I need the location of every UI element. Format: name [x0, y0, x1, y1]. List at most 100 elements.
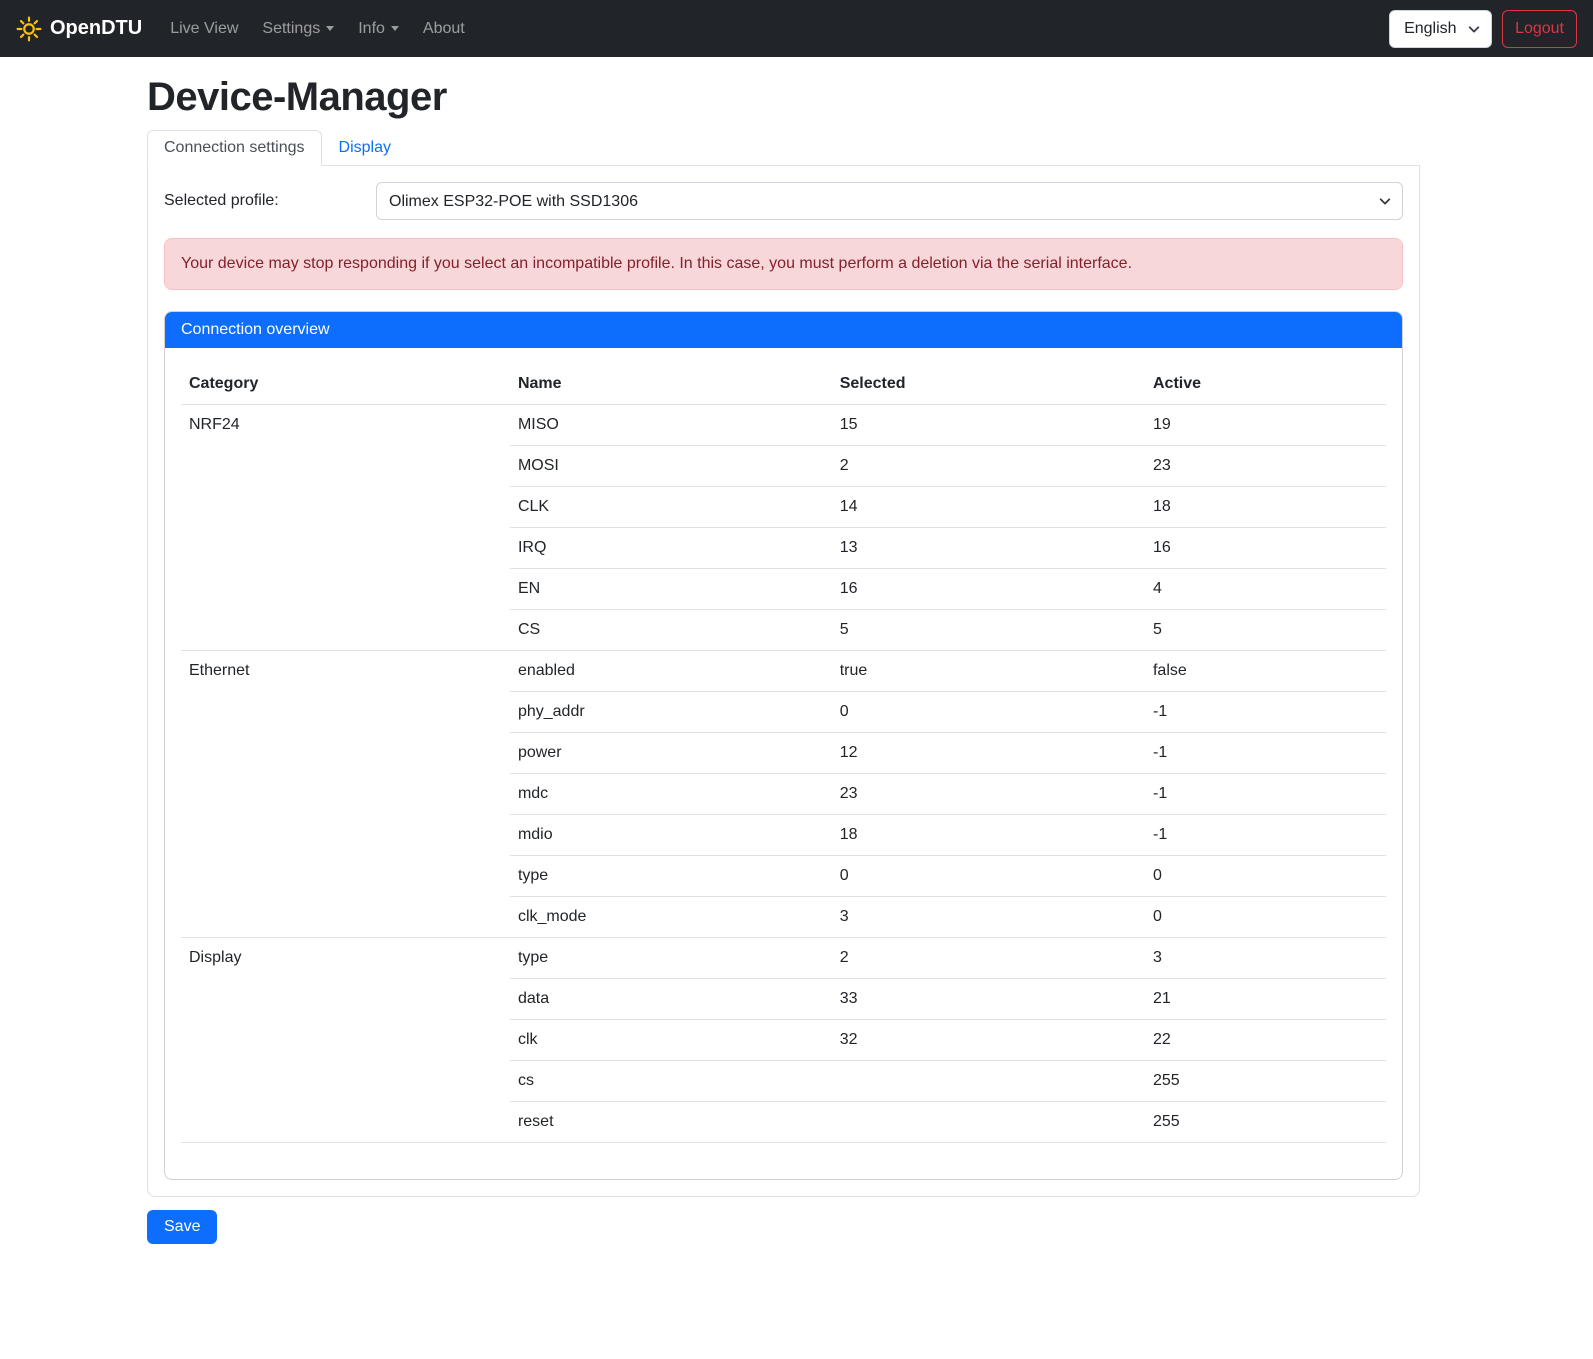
profile-select-wrap: Olimex ESP32-POE with SSD1306 — [376, 182, 1403, 220]
active-cell: 0 — [1145, 897, 1386, 938]
selected-cell: 16 — [832, 569, 1145, 610]
tab-bar: Connection settings Display — [147, 130, 1420, 166]
active-cell: -1 — [1145, 733, 1386, 774]
name-cell: CLK — [510, 487, 832, 528]
active-cell: 4 — [1145, 569, 1386, 610]
name-cell: cs — [510, 1061, 832, 1102]
selected-cell: 2 — [832, 446, 1145, 487]
active-cell: 18 — [1145, 487, 1386, 528]
navbar: OpenDTU Live View Settings Info About En… — [0, 0, 1593, 57]
selected-cell: true — [832, 651, 1145, 692]
opendtu-sun-icon — [16, 16, 42, 42]
nav-item-about[interactable]: About — [415, 12, 473, 46]
nav-item-label: Info — [358, 20, 385, 38]
active-cell: 16 — [1145, 528, 1386, 569]
connection-overview-header: Connection overview — [165, 312, 1402, 348]
selected-cell: 13 — [832, 528, 1145, 569]
category-cell: Display — [181, 938, 510, 1143]
selected-cell: 2 — [832, 938, 1145, 979]
selected-cell: 15 — [832, 405, 1145, 446]
caret-down-icon — [391, 26, 399, 31]
name-cell: MOSI — [510, 446, 832, 487]
name-cell: MISO — [510, 405, 832, 446]
name-cell: enabled — [510, 651, 832, 692]
active-cell: 23 — [1145, 446, 1386, 487]
table-row: Ethernetenabledtruefalse — [181, 651, 1386, 692]
name-cell: type — [510, 938, 832, 979]
selected-cell: 3 — [832, 897, 1145, 938]
active-cell: 21 — [1145, 979, 1386, 1020]
name-cell: clk_mode — [510, 897, 832, 938]
active-cell: false — [1145, 651, 1386, 692]
category-cell: NRF24 — [181, 405, 510, 651]
name-cell: mdio — [510, 815, 832, 856]
active-cell: 19 — [1145, 405, 1386, 446]
language-select[interactable]: English — [1389, 10, 1492, 48]
nav-item-label: Live View — [170, 20, 238, 38]
name-cell: phy_addr — [510, 692, 832, 733]
name-cell: power — [510, 733, 832, 774]
nav-item-label: Settings — [262, 20, 320, 38]
column-header-active: Active — [1145, 364, 1386, 405]
selected-cell: 0 — [832, 856, 1145, 897]
name-cell: CS — [510, 610, 832, 651]
caret-down-icon — [326, 26, 334, 31]
name-cell: reset — [510, 1102, 832, 1143]
active-cell: -1 — [1145, 815, 1386, 856]
active-cell: 255 — [1145, 1061, 1386, 1102]
column-header-selected: Selected — [832, 364, 1145, 405]
column-header-name: Name — [510, 364, 832, 405]
connection-overview-card: Connection overview Category Name Select… — [164, 311, 1403, 1180]
active-cell: -1 — [1145, 774, 1386, 815]
name-cell: EN — [510, 569, 832, 610]
name-cell: clk — [510, 1020, 832, 1061]
active-cell: 3 — [1145, 938, 1386, 979]
column-header-category: Category — [181, 364, 510, 405]
name-cell: IRQ — [510, 528, 832, 569]
selected-cell: 33 — [832, 979, 1145, 1020]
nav-links: Live View Settings Info About — [158, 12, 477, 46]
selected-cell: 32 — [832, 1020, 1145, 1061]
main-content: Device-Manager Connection settings Displ… — [147, 75, 1420, 1244]
selected-cell: 23 — [832, 774, 1145, 815]
brand-label: OpenDTU — [50, 17, 142, 40]
nav-item-live-view[interactable]: Live View — [162, 12, 246, 46]
selected-cell: 14 — [832, 487, 1145, 528]
incompatible-profile-alert: Your device may stop responding if you s… — [164, 238, 1403, 290]
name-cell: mdc — [510, 774, 832, 815]
language-select-wrap: English — [1389, 10, 1492, 48]
category-cell: Ethernet — [181, 651, 510, 938]
nav-item-label: About — [423, 20, 465, 38]
logout-button[interactable]: Logout — [1502, 10, 1577, 48]
nav-item-info[interactable]: Info — [350, 12, 407, 46]
selected-cell: 0 — [832, 692, 1145, 733]
profile-row: Selected profile: Olimex ESP32-POE with … — [164, 182, 1403, 220]
active-cell: -1 — [1145, 692, 1386, 733]
connection-overview-body: Category Name Selected Active NRF24MISO1… — [165, 348, 1402, 1179]
active-cell: 255 — [1145, 1102, 1386, 1143]
profile-label: Selected profile: — [164, 192, 376, 210]
selected-cell: 12 — [832, 733, 1145, 774]
table-header-row: Category Name Selected Active — [181, 364, 1386, 405]
table-row: Displaytype23 — [181, 938, 1386, 979]
active-cell: 5 — [1145, 610, 1386, 651]
tab-connection-settings[interactable]: Connection settings — [147, 130, 322, 166]
save-button[interactable]: Save — [147, 1210, 217, 1244]
selected-cell: 5 — [832, 610, 1145, 651]
selected-cell: 18 — [832, 815, 1145, 856]
selected-cell — [832, 1102, 1145, 1143]
nav-item-settings[interactable]: Settings — [254, 12, 342, 46]
connection-settings-panel: Selected profile: Olimex ESP32-POE with … — [147, 166, 1420, 1197]
selected-cell — [832, 1061, 1145, 1102]
active-cell: 22 — [1145, 1020, 1386, 1061]
name-cell: data — [510, 979, 832, 1020]
tab-display[interactable]: Display — [322, 130, 408, 166]
active-cell: 0 — [1145, 856, 1386, 897]
brand-link[interactable]: OpenDTU — [16, 16, 142, 42]
name-cell: type — [510, 856, 832, 897]
table-row: NRF24MISO1519 — [181, 405, 1386, 446]
navbar-right: English Logout — [1389, 10, 1577, 48]
page-title: Device-Manager — [147, 75, 1420, 120]
profile-select[interactable]: Olimex ESP32-POE with SSD1306 — [376, 182, 1403, 220]
connection-table: Category Name Selected Active NRF24MISO1… — [181, 364, 1386, 1143]
